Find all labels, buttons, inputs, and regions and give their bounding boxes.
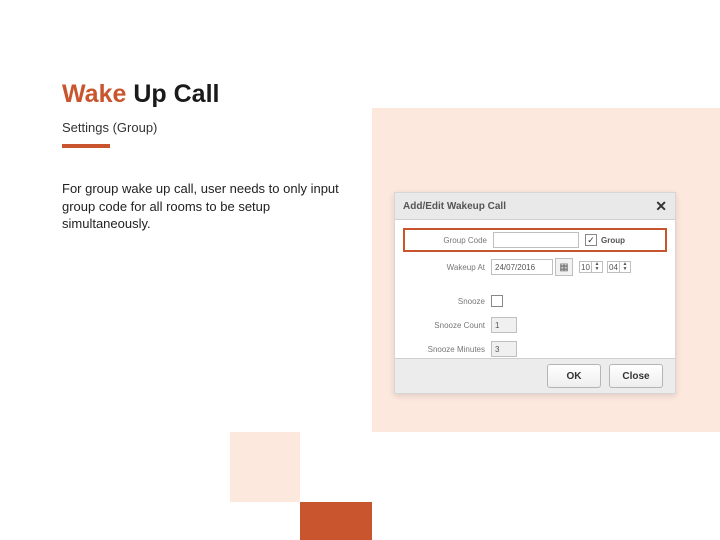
snooze-count-input[interactable]: 1 (491, 317, 517, 333)
hour-stepper[interactable]: 10 ▲▼ (579, 261, 603, 273)
group-checkbox[interactable]: ✓ (585, 234, 597, 246)
calendar-icon[interactable]: ▦ (555, 258, 573, 276)
close-button[interactable]: Close (609, 364, 663, 388)
check-icon: ✓ (587, 235, 595, 246)
row-wakeup-at: Wakeup At 24/07/2016 ▦ 10 ▲▼ 04 ▲▼ (407, 258, 663, 276)
label-group-code: Group Code (409, 236, 493, 245)
snooze-minutes-input[interactable]: 3 (491, 341, 517, 357)
dialog-footer: OK Close (395, 358, 675, 393)
subtitle: Settings (Group) (62, 120, 157, 135)
wakeup-dialog: Add/Edit Wakeup Call ✕ Group Code ✓ Grou… (394, 192, 676, 394)
title-accent: Wake (62, 80, 126, 108)
close-icon[interactable]: ✕ (655, 199, 667, 213)
ok-button[interactable]: OK (547, 364, 601, 388)
title-underline (62, 144, 110, 148)
minute-stepper[interactable]: 04 ▲▼ (607, 261, 631, 273)
dialog-body: Group Code ✓ Group Wakeup At 24/07/2016 … (395, 220, 675, 370)
description: For group wake up call, user needs to on… (62, 180, 362, 233)
chevron-down-icon[interactable]: ▼ (620, 267, 630, 272)
page-title: Wake Up Call (62, 80, 219, 109)
label-snooze-count: Snooze Count (407, 321, 491, 330)
label-group-checkbox: Group (601, 236, 625, 245)
wakeup-date-input[interactable]: 24/07/2016 (491, 259, 553, 275)
row-group-code: Group Code ✓ Group (403, 228, 667, 252)
group-code-input[interactable] (493, 232, 579, 248)
label-snooze: Snooze (407, 297, 491, 306)
label-wakeup-at: Wakeup At (407, 263, 491, 272)
dialog-header: Add/Edit Wakeup Call ✕ (395, 193, 675, 220)
chevron-down-icon[interactable]: ▼ (592, 267, 602, 272)
hour-value: 10 (579, 261, 591, 273)
slide: Wake Up Call Settings (Group) For group … (0, 0, 720, 540)
row-snooze-count: Snooze Count 1 (407, 316, 663, 334)
decor-square-light (230, 432, 300, 502)
label-snooze-minutes: Snooze Minutes (407, 345, 491, 354)
minute-value: 04 (607, 261, 619, 273)
row-snooze-minutes: Snooze Minutes 3 (407, 340, 663, 358)
snooze-checkbox[interactable] (491, 295, 503, 307)
decor-square-accent (300, 502, 372, 540)
row-snooze: Snooze (407, 292, 663, 310)
title-rest: Up Call (126, 80, 219, 108)
dialog-title: Add/Edit Wakeup Call (403, 201, 506, 212)
